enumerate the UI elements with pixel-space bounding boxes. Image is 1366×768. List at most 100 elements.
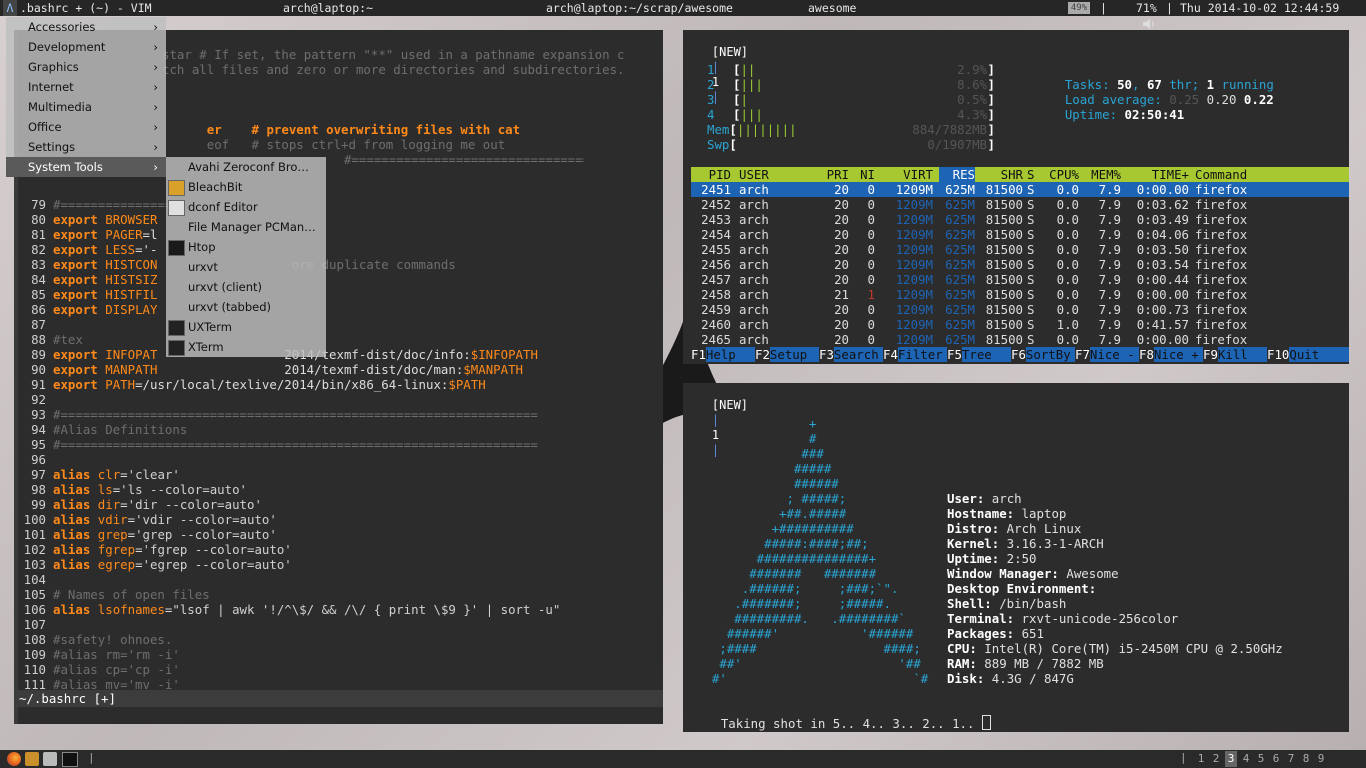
process-row[interactable]: 2465 arch 20 0 1209M 625M 81500 S 0.0 7.9 0:00.00 f… — [691, 332, 1349, 347]
menu-item[interactable]: Multimedia › — [6, 97, 166, 117]
htop-tab-new[interactable]: [NEW] — [712, 45, 748, 59]
vim-token: DISPLAY — [105, 302, 158, 317]
submenu-item[interactable]: urxvt (tabbed) — [166, 297, 326, 317]
process-cell: 1209M — [895, 332, 933, 347]
menu-item[interactable]: Settings › — [6, 137, 166, 157]
process-row[interactable]: 2452 arch 20 0 1209M 625M 81500 S 0.0 7.9 0:03.62 f… — [691, 197, 1349, 212]
column-header[interactable]: RES — [939, 167, 975, 182]
process-cell: 0 — [867, 317, 875, 332]
tag-3[interactable]: 3 — [1225, 751, 1237, 767]
function-key[interactable]: F2Setup — [755, 347, 807, 362]
submenu-item[interactable]: dconf Editor — [166, 197, 326, 217]
process-cell: 20 — [834, 182, 849, 197]
column-header[interactable]: NI — [859, 167, 875, 182]
file-manager-icon[interactable] — [43, 752, 57, 766]
tag-1[interactable]: 1 — [1195, 751, 1207, 767]
separator: | — [1100, 1, 1107, 15]
info-key: Window Manager: — [947, 566, 1059, 581]
terminal-icon[interactable] — [62, 752, 78, 767]
submenu-item[interactable]: Htop — [166, 237, 326, 257]
info-row: Distro: Arch Linux — [947, 521, 1081, 536]
application-menu[interactable]: Accessories › Development › Graphics › Interne… — [6, 17, 166, 177]
menu-item[interactable]: Development › — [6, 37, 166, 57]
firefox-icon[interactable] — [7, 752, 21, 766]
submenu-item[interactable]: Avahi Zeroconf Bro… — [166, 157, 326, 177]
submenu-item[interactable]: UXTerm — [166, 317, 326, 337]
archey-tab-new[interactable]: [NEW] — [712, 398, 748, 412]
process-row[interactable]: 2454 arch 20 0 1209M 625M 81500 S 0.0 7.9 0:04.06 f… — [691, 227, 1349, 242]
process-row[interactable]: 2459 arch 20 0 1209M 625M 81500 S 0.0 7.9 0:00.73 f… — [691, 302, 1349, 317]
process-cell: 0 — [867, 302, 875, 317]
process-cell: 1209M — [895, 317, 933, 332]
system-tools-submenu[interactable]: Avahi Zeroconf Bro… BleachBit dconf Editor… — [166, 157, 326, 357]
tag-2[interactable]: 2 — [1210, 751, 1222, 767]
htop-window[interactable]: [NEW] | 1 | 1 [|| 2.9%] 2 [||| 8.6%] 3 [| 0.5%] 4… — [683, 30, 1349, 364]
function-key[interactable]: F4Filter — [883, 347, 943, 362]
info-row: Uptime: 2:50 — [947, 551, 1037, 566]
column-header[interactable]: MEM% — [1083, 167, 1121, 182]
process-row[interactable]: 2451 arch 20 0 1209M 625M 81500 S 0.0 7.9 0:00.00 f… — [691, 182, 1349, 197]
menu-item[interactable]: Office › — [6, 117, 166, 137]
menu-item[interactable]: Accessories › — [6, 17, 166, 37]
column-header[interactable]: TIME+ — [1133, 167, 1189, 182]
process-cell: S — [1027, 182, 1035, 197]
task-terminal-home[interactable]: arch@laptop:~ — [283, 0, 373, 16]
process-cell: 2460 — [701, 317, 731, 332]
column-header[interactable]: PID — [691, 167, 731, 182]
function-key[interactable]: F10Quit — [1267, 347, 1319, 362]
menu-item[interactable]: Graphics › — [6, 57, 166, 77]
process-row[interactable]: 2453 arch 20 0 1209M 625M 81500 S 0.0 7.9 0:03.49 f… — [691, 212, 1349, 227]
process-cell: 7.9 — [1098, 302, 1121, 317]
function-key[interactable]: F8Nice + — [1139, 347, 1199, 362]
info-row: Shell: /bin/bash — [947, 596, 1066, 611]
submenu-item[interactable]: File Manager PCMan… — [166, 217, 326, 237]
column-header[interactable]: SHR — [979, 167, 1023, 182]
process-row[interactable]: 2460 arch 20 0 1209M 625M 81500 S 1.0 7.9 0:41.57 f… — [691, 317, 1349, 332]
tag-6[interactable]: 6 — [1270, 751, 1282, 767]
function-key[interactable]: F1Help — [691, 347, 736, 362]
menu-item[interactable]: System Tools › — [6, 157, 166, 177]
column-header[interactable]: CPU% — [1041, 167, 1079, 182]
submenu-item[interactable]: BleachBit — [166, 177, 326, 197]
task-awesome[interactable]: awesome — [808, 0, 856, 16]
tag-5[interactable]: 5 — [1255, 751, 1267, 767]
tag-4[interactable]: 4 — [1240, 751, 1252, 767]
process-row[interactable]: 2458 arch 21 1 1209M 625M 81500 S 0.0 7.9 0:00.00 f… — [691, 287, 1349, 302]
task-vim[interactable]: .bashrc + (~) - VIM — [20, 0, 152, 16]
vim-token — [90, 467, 97, 482]
submenu-item[interactable]: urxvt (client) — [166, 277, 326, 297]
submenu-item[interactable]: XTerm — [166, 337, 326, 357]
process-row[interactable]: 2455 arch 20 0 1209M 625M 81500 S 0.0 7.9 0:03.50 f… — [691, 242, 1349, 257]
column-header[interactable]: PRI — [819, 167, 849, 182]
tag-7[interactable]: 7 — [1285, 751, 1297, 767]
process-cell: 1209M — [895, 182, 933, 197]
archey-terminal-window[interactable]: [NEW] | 1 | + # ### ##### ###### ; #####… — [683, 383, 1349, 732]
tag-8[interactable]: 8 — [1300, 751, 1312, 767]
process-row[interactable]: 2456 arch 20 0 1209M 625M 81500 S 0.0 7.9 0:03.54 f… — [691, 257, 1349, 272]
function-key[interactable]: F6SortBy — [1011, 347, 1071, 362]
function-key[interactable]: F3Search — [819, 347, 879, 362]
column-header[interactable]: VIRT — [891, 167, 933, 182]
process-cell: 0.0 — [1056, 332, 1079, 347]
task-terminal-scrap[interactable]: arch@laptop:~/scrap/awesome — [546, 0, 733, 16]
function-key[interactable]: F7Nice - — [1075, 347, 1135, 362]
column-header[interactable]: USER — [739, 167, 799, 182]
clock: Thu 2014-10-02 12:44:59 — [1180, 1, 1340, 15]
menu-item[interactable]: Internet › — [6, 77, 166, 97]
process-cell: 20 — [834, 317, 849, 332]
submenu-item[interactable]: urxvt — [166, 257, 326, 277]
function-key[interactable]: F5Tree — [947, 347, 992, 362]
launcher-button[interactable]: Λ — [3, 0, 17, 16]
shell-prompt[interactable]: Taking shot in 5.. 4.. 3.. 2.. 1.. — [691, 700, 991, 731]
tag-9[interactable]: 9 — [1315, 751, 1327, 767]
files-icon[interactable] — [25, 752, 39, 766]
function-key[interactable]: F9Kill — [1203, 347, 1248, 362]
process-row[interactable]: 2457 arch 20 0 1209M 625M 81500 S 0.0 7.9 0:00.44 f… — [691, 272, 1349, 287]
line-number: 95 — [31, 437, 46, 452]
vim-token: #alias cp='cp -i' — [53, 662, 180, 677]
process-cell: 20 — [834, 302, 849, 317]
vim-token: export — [53, 257, 98, 272]
column-header[interactable]: Command — [1195, 167, 1265, 182]
column-header[interactable]: S — [1027, 167, 1039, 182]
line-number: 106 — [23, 602, 46, 617]
